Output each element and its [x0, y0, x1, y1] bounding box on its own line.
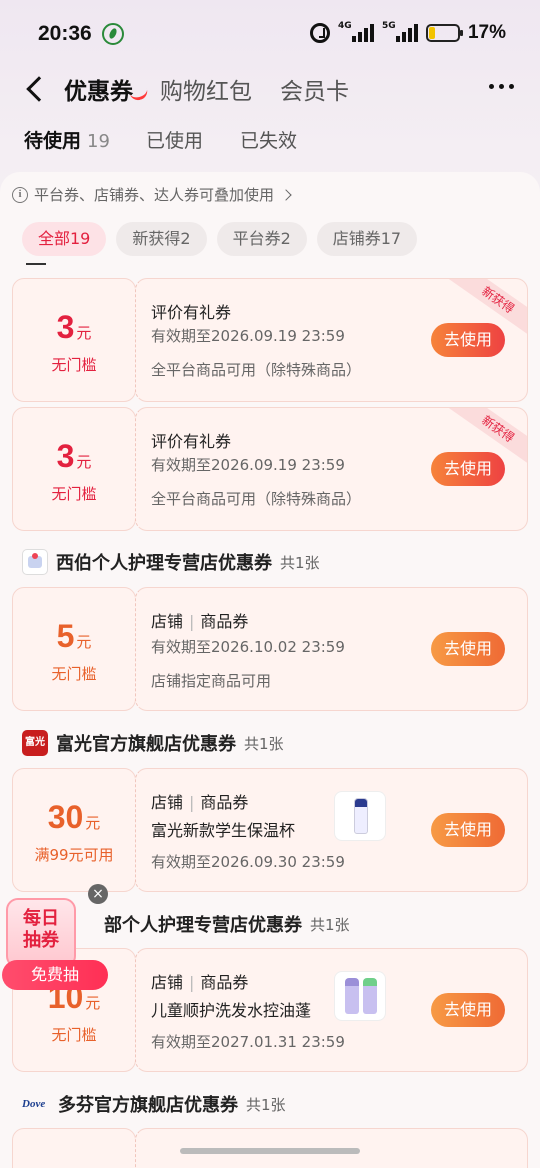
store-header[interactable]: Dove 多芬官方旗舰店优惠券 共1张: [22, 1091, 286, 1117]
coupon-type: 店铺 | 商品券: [151, 612, 249, 631]
coupon-validity: 有效期至2026.09.19 23:59: [151, 327, 345, 345]
use-button[interactable]: 去使用: [431, 452, 505, 486]
store-header[interactable]: 西伯个人护理专营店优惠券 共1张: [22, 549, 320, 575]
coupon-card: 3元 无门槛 新获得 评价有礼券 有效期至2026.09.19 23:59 全平…: [12, 278, 528, 402]
coupon-amount-block: 30 元 满99元可用: [12, 768, 136, 892]
coupon-condition: 无门槛: [51, 485, 97, 503]
coupon-amount-block: 5元 无门槛: [12, 587, 136, 711]
coupon-scope: 店铺指定商品可用: [151, 672, 272, 690]
coupon-validity: 有效期至2026.10.02 23:59: [151, 638, 345, 656]
store-name: 西伯个人护理专营店优惠券: [56, 553, 272, 574]
coupon-amount-block: 3元 无门槛: [12, 407, 136, 531]
coupon-condition: 无门槛: [51, 665, 97, 683]
coupon-amount: 30: [47, 799, 84, 835]
tab-pending[interactable]: 待使用 19: [24, 126, 110, 153]
use-button[interactable]: 去使用: [431, 813, 505, 847]
filter-all[interactable]: 全部19: [22, 222, 107, 256]
free-draw-button[interactable]: 免费抽: [2, 960, 108, 990]
store-header[interactable]: 部个人护理专营店优惠券 共1张: [104, 911, 350, 937]
store-coupon-count: 共1张: [244, 734, 284, 753]
coupon-detail: 店铺 | 商品券 儿童顺护洗发水控油蓬 有效期至2027.01.31 23:59 去…: [135, 948, 528, 1072]
close-icon[interactable]: ×: [88, 884, 108, 904]
coupon-amount: 3: [56, 309, 75, 345]
tab-red-packets[interactable]: 购物红包: [160, 72, 252, 106]
product-thumbnail[interactable]: [334, 971, 386, 1021]
coupon-amount: 5: [56, 618, 75, 654]
use-button[interactable]: 去使用: [431, 323, 505, 357]
coupon-validity: 有效期至2027.01.31 23:59: [151, 1033, 345, 1051]
top-nav: 优惠券 购物红包 会员卡: [0, 70, 540, 110]
back-icon[interactable]: [26, 76, 52, 102]
use-button[interactable]: 去使用: [431, 993, 505, 1027]
tab-expired[interactable]: 已失效: [240, 126, 297, 153]
coupon-amount-block: 3元 无门槛: [12, 278, 136, 402]
daily-draw-float[interactable]: 每日 抽券 免费抽 ×: [0, 884, 112, 994]
filter-platform[interactable]: 平台券2: [216, 222, 307, 256]
coupon-validity: 有效期至2026.09.19 23:59: [151, 456, 345, 474]
store-name: 部个人护理专营店优惠券: [104, 915, 302, 936]
use-button[interactable]: 去使用: [431, 632, 505, 666]
alarm-icon: [309, 23, 330, 43]
tip-text: 平台券、店铺券、达人券可叠加使用: [34, 186, 275, 204]
tab-member-card[interactable]: 会员卡: [280, 72, 349, 106]
info-icon: i: [12, 186, 28, 203]
coupon-product: 富光新款学生保温杯: [151, 821, 296, 840]
more-icon[interactable]: [489, 84, 514, 89]
product-thumbnail[interactable]: [334, 791, 386, 841]
store-coupon-count: 共1张: [280, 553, 320, 572]
coupon-condition: 满99元可用: [34, 846, 114, 864]
tab-coupons[interactable]: 优惠券: [64, 72, 133, 106]
coupon-title: 评价有礼券: [151, 303, 232, 322]
coupon-panel: i 平台券、店铺券、达人券可叠加使用 全部19 新获得2 平台券2 店铺券17 …: [0, 172, 540, 1168]
battery-icon: [425, 24, 463, 42]
tab-used[interactable]: 已使用: [146, 126, 203, 153]
store-header[interactable]: 富光 富光官方旗舰店优惠券 共1张: [22, 730, 284, 756]
filter-new[interactable]: 新获得2: [116, 222, 207, 256]
store-name: 多芬官方旗舰店优惠券: [58, 1095, 238, 1116]
coupon-product: 儿童顺护洗发水控油蓬: [151, 1001, 312, 1020]
signal-4g-icon: 4G: [338, 21, 374, 42]
store-coupon-count: 共1张: [246, 1095, 286, 1114]
filter-chips: 全部19 新获得2 平台券2 店铺券17: [22, 222, 418, 256]
coupon-detail: 店铺 | 商品券 有效期至2026.10.02 23:59 店铺指定商品可用 去使用: [135, 587, 528, 711]
coupon-type: 店铺 | 商品券: [151, 973, 249, 992]
coupon-amount: 3: [56, 438, 75, 474]
daily-draw-card[interactable]: 每日 抽券: [6, 898, 76, 968]
stacking-tip[interactable]: i 平台券、店铺券、达人券可叠加使用: [12, 184, 292, 205]
status-time: 20:36: [38, 22, 92, 45]
coupon-detail: 店铺 | 商品券 富光新款学生保温杯 有效期至2026.09.30 23:59 去使…: [135, 768, 528, 892]
status-bar: 20:36 4G 5G 17%: [0, 0, 540, 70]
coupon-card: 3元 无门槛 新获得 评价有礼券 有效期至2026.09.19 23:59 全平…: [12, 407, 528, 531]
coupon-card: 5元 无门槛 店铺 | 商品券 有效期至2026.10.02 23:59 店铺指定商…: [12, 587, 528, 711]
status-tabs: 待使用 19 已使用 已失效: [0, 126, 540, 156]
coupon-title: 评价有礼券: [151, 432, 232, 451]
pending-count: 19: [87, 131, 110, 152]
leaf-icon: [102, 23, 124, 45]
store-logo: [22, 549, 48, 575]
store-name: 富光官方旗舰店优惠券: [56, 734, 236, 755]
coupon-condition: 无门槛: [51, 356, 97, 374]
store-logo: Dove: [22, 1098, 46, 1110]
coupon-detail: 新获得 评价有礼券 有效期至2026.09.19 23:59 全平台商品可用（除…: [135, 407, 528, 531]
coupon-validity: 有效期至2026.09.30 23:59: [151, 853, 345, 871]
signal-5g-icon: 5G: [382, 21, 418, 42]
store-coupon-count: 共1张: [310, 915, 350, 934]
home-indicator[interactable]: [180, 1148, 360, 1154]
store-logo: 富光: [22, 730, 48, 756]
coupon-scope: 全平台商品可用（除特殊商品）: [151, 490, 362, 508]
battery-percent: 17%: [467, 22, 506, 43]
filter-store[interactable]: 店铺券17: [316, 222, 418, 256]
coupon-scope: 全平台商品可用（除特殊商品）: [151, 361, 362, 379]
coupon-condition: 无门槛: [51, 1026, 97, 1044]
status-indicators: 4G 5G 17%: [309, 21, 506, 44]
coupon-detail: 新获得 评价有礼券 有效期至2026.09.19 23:59 全平台商品可用（除…: [135, 278, 528, 402]
chevron-right-icon: [280, 188, 292, 201]
coupon-card: 30 元 满99元可用 店铺 | 商品券 富光新款学生保温杯 有效期至2026.09.…: [12, 768, 528, 892]
coupon-type: 店铺 | 商品券: [151, 793, 249, 812]
section-divider: [26, 263, 46, 265]
